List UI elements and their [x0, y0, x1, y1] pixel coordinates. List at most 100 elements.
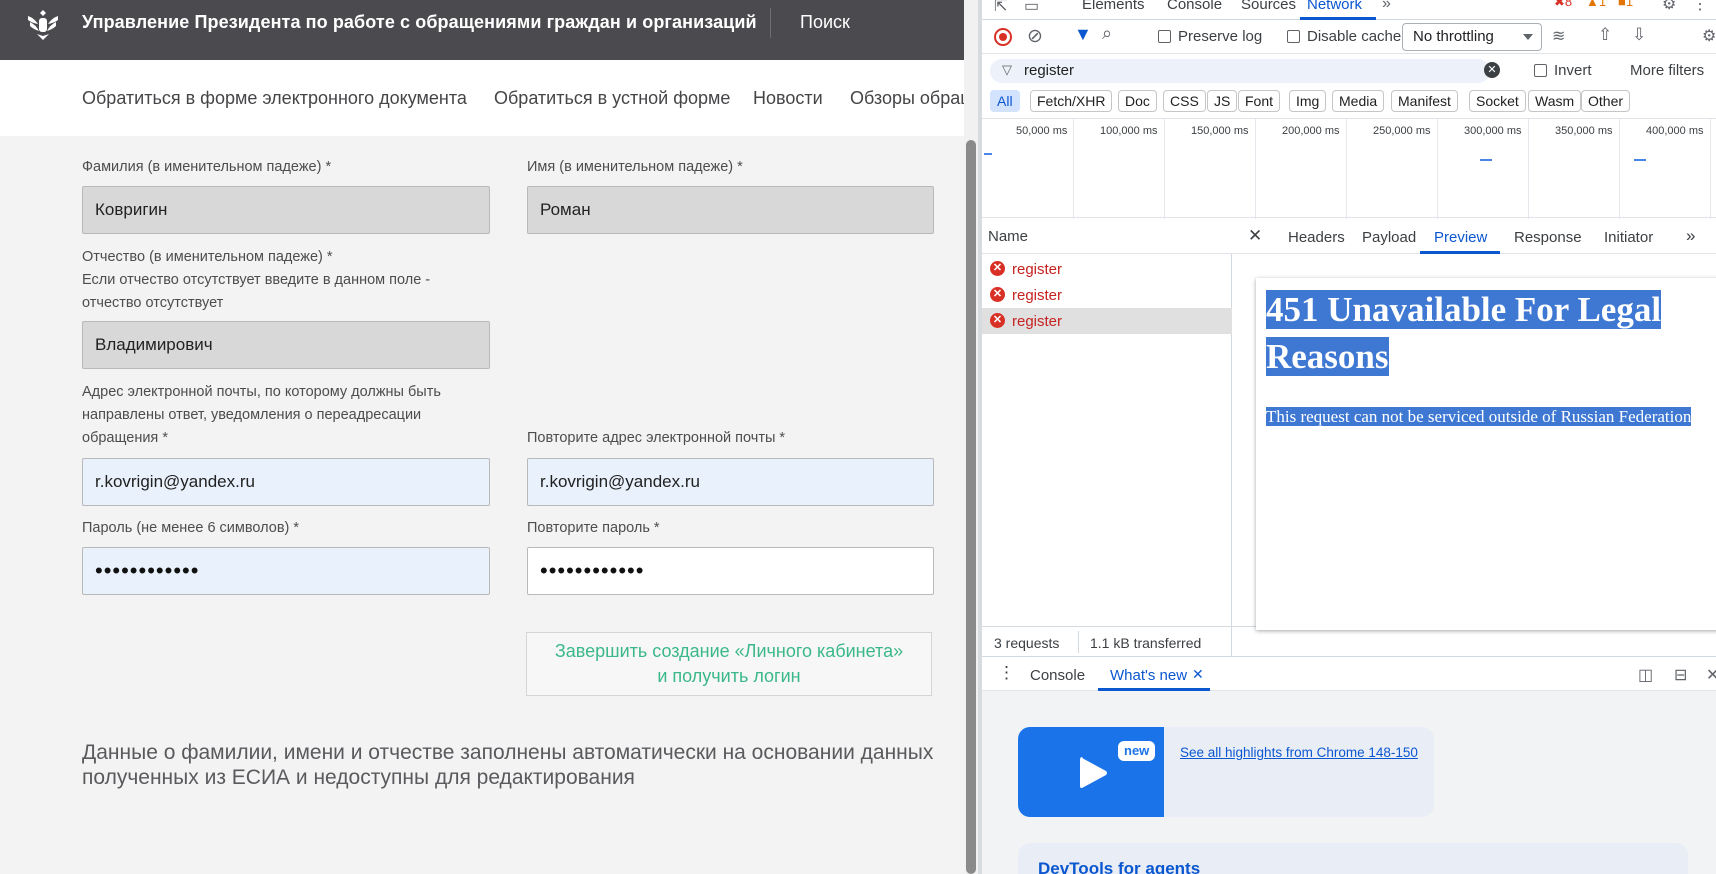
- request-row[interactable]: ✕ register: [982, 282, 1232, 308]
- error-icon: ✕: [990, 313, 1005, 328]
- type-manifest[interactable]: Manifest: [1391, 90, 1458, 112]
- import-har-icon[interactable]: ⇧: [1598, 25, 1612, 45]
- filter-bar: ▽ register ✕ Invert More filters: [982, 56, 1716, 86]
- devtools-main-tabs: ⇱ ▭ Elements Console Sources Network » ✖…: [982, 0, 1716, 20]
- surname-label: Фамилия (в именительном падеже) *: [82, 159, 332, 175]
- disable-cache-checkbox[interactable]: [1287, 30, 1300, 43]
- dock-side-icon[interactable]: ◫: [1638, 665, 1653, 685]
- inspect-element-icon[interactable]: ⇱: [994, 0, 1007, 16]
- warning-count: 1: [1598, 0, 1607, 9]
- site-scrollbar-thumb[interactable]: [966, 140, 976, 874]
- tab-response[interactable]: Response: [1514, 229, 1582, 246]
- type-doc[interactable]: Doc: [1118, 90, 1157, 112]
- site-title[interactable]: Управление Президента по работе с обраще…: [82, 12, 757, 33]
- type-all[interactable]: All: [990, 90, 1020, 112]
- network-conditions-icon[interactable]: ≋: [1552, 26, 1565, 46]
- email-repeat-field[interactable]: r.kovrigin@yandex.ru: [527, 458, 934, 506]
- eagle-emblem-icon[interactable]: [22, 6, 64, 46]
- throttling-select[interactable]: No throttling: [1402, 23, 1542, 51]
- tab-initiator[interactable]: Initiator: [1604, 229, 1653, 246]
- search-icon[interactable]: ⌕: [1102, 23, 1112, 44]
- drawer-tab-console[interactable]: Console: [1030, 667, 1085, 684]
- tab-preview[interactable]: Preview: [1434, 229, 1487, 246]
- new-badge: new: [1118, 741, 1156, 761]
- info-count-icon[interactable]: ■1: [1618, 0, 1633, 9]
- request-name: register: [1012, 313, 1063, 330]
- patronymic-field[interactable]: Владимирович: [82, 321, 490, 369]
- tab-console[interactable]: Console: [1167, 0, 1222, 13]
- email-field[interactable]: r.kovrigin@yandex.ru: [82, 458, 490, 506]
- type-font[interactable]: Font: [1238, 90, 1281, 112]
- request-list: Name ✕ register ✕ register ✕ register: [982, 220, 1232, 656]
- warning-count-icon[interactable]: ▲1: [1586, 0, 1606, 9]
- request-row[interactable]: ✕ register: [982, 256, 1232, 282]
- filter-funnel-icon[interactable]: ▼: [1074, 24, 1092, 45]
- surname-field[interactable]: Ковригин: [82, 186, 490, 234]
- tab-network[interactable]: Network: [1307, 0, 1362, 13]
- tick-line: [1528, 119, 1529, 219]
- header-divider: [770, 8, 771, 38]
- tick-label: 300,000 ms: [1464, 125, 1522, 137]
- record-stop-icon[interactable]: [994, 28, 1012, 46]
- complete-registration-button[interactable]: Завершить создание «Личного кабинета» и …: [526, 632, 932, 696]
- site-nav: Обратиться в форме электронного документ…: [0, 60, 964, 136]
- more-options-icon[interactable]: ⋮: [1692, 0, 1708, 14]
- nav-reviews[interactable]: Обзоры обращ: [850, 88, 964, 109]
- agents-card-title[interactable]: DevTools for agents: [1038, 859, 1200, 874]
- close-detail-icon[interactable]: ✕: [1248, 226, 1262, 246]
- settings-gear-icon[interactable]: ⚙: [1662, 0, 1676, 14]
- toggle-drawer-icon[interactable]: ⊟: [1674, 665, 1687, 685]
- type-css[interactable]: CSS: [1163, 90, 1206, 112]
- preserve-log-checkbox[interactable]: [1158, 30, 1171, 43]
- more-filters-button[interactable]: More filters: [1630, 62, 1704, 79]
- nav-news[interactable]: Новости: [753, 88, 823, 109]
- tick-label: 400,000 ms: [1646, 125, 1704, 137]
- tick-line: [1255, 119, 1256, 219]
- type-img[interactable]: Img: [1289, 90, 1327, 112]
- tick-line: [1073, 119, 1074, 219]
- request-row-selected[interactable]: ✕ register: [982, 308, 1232, 334]
- nav-electronic-appeal[interactable]: Обратиться в форме электронного документ…: [82, 88, 467, 109]
- network-settings-icon[interactable]: ⚙: [1702, 26, 1716, 46]
- tick-label: 250,000 ms: [1373, 125, 1431, 137]
- request-detail-pane: ✕ Headers Payload Preview Response Initi…: [1232, 220, 1716, 630]
- name-column-header[interactable]: Name: [988, 228, 1028, 245]
- network-toolbar: ⊘ ▼ ⌕ Preserve log Disable cache No thro…: [982, 20, 1716, 54]
- preserve-log-label: Preserve log: [1178, 28, 1263, 45]
- tick-line: [1164, 119, 1165, 219]
- device-toolbar-icon[interactable]: ▭: [1024, 0, 1039, 16]
- clear-log-icon[interactable]: ⊘: [1027, 25, 1043, 48]
- type-other[interactable]: Other: [1581, 90, 1631, 112]
- site-header: Управление Президента по работе с обраще…: [0, 0, 964, 60]
- more-detail-tabs-icon[interactable]: »: [1686, 226, 1695, 246]
- response-preview[interactable]: 451 Unavailable For Legal Reasons This r…: [1256, 278, 1716, 630]
- close-whats-new-icon[interactable]: ✕: [1192, 666, 1204, 683]
- error-count-icon[interactable]: ✖8: [1554, 0, 1572, 10]
- password-field[interactable]: ••••••••••••: [82, 547, 490, 595]
- request-mark: [1480, 159, 1492, 161]
- clear-filter-icon[interactable]: ✕: [1484, 62, 1500, 78]
- tab-payload[interactable]: Payload: [1362, 229, 1416, 246]
- type-fetch-xhr[interactable]: Fetch/XHR: [1030, 90, 1113, 112]
- drawer-tab-whats-new[interactable]: What's new: [1110, 667, 1187, 684]
- network-overview-timeline[interactable]: 50,000 ms 100,000 ms 150,000 ms 200,000 …: [982, 118, 1716, 219]
- search-link[interactable]: Поиск: [800, 12, 850, 33]
- type-socket[interactable]: Socket: [1469, 90, 1526, 112]
- tick-label: 150,000 ms: [1191, 125, 1249, 137]
- more-tabs-icon[interactable]: »: [1382, 0, 1391, 13]
- tab-elements[interactable]: Elements: [1082, 0, 1145, 13]
- highlights-video-thumbnail[interactable]: new: [1018, 727, 1164, 817]
- highlights-link[interactable]: See all highlights from Chrome 148-150: [1180, 745, 1418, 760]
- name-field[interactable]: Роман: [527, 186, 934, 234]
- tab-sources[interactable]: Sources: [1241, 0, 1296, 13]
- type-media[interactable]: Media: [1332, 90, 1385, 112]
- tab-headers[interactable]: Headers: [1288, 229, 1345, 246]
- invert-checkbox[interactable]: [1534, 64, 1547, 77]
- drawer-menu-icon[interactable]: ⋮: [998, 663, 1015, 683]
- type-js[interactable]: JS: [1207, 90, 1238, 112]
- type-wasm[interactable]: Wasm: [1528, 90, 1582, 112]
- export-har-icon[interactable]: ⇩: [1632, 25, 1646, 45]
- nav-oral-appeal[interactable]: Обратиться в устной форме: [494, 88, 730, 109]
- close-drawer-icon[interactable]: ✕: [1706, 665, 1716, 685]
- password-repeat-field[interactable]: ••••••••••••: [527, 547, 934, 595]
